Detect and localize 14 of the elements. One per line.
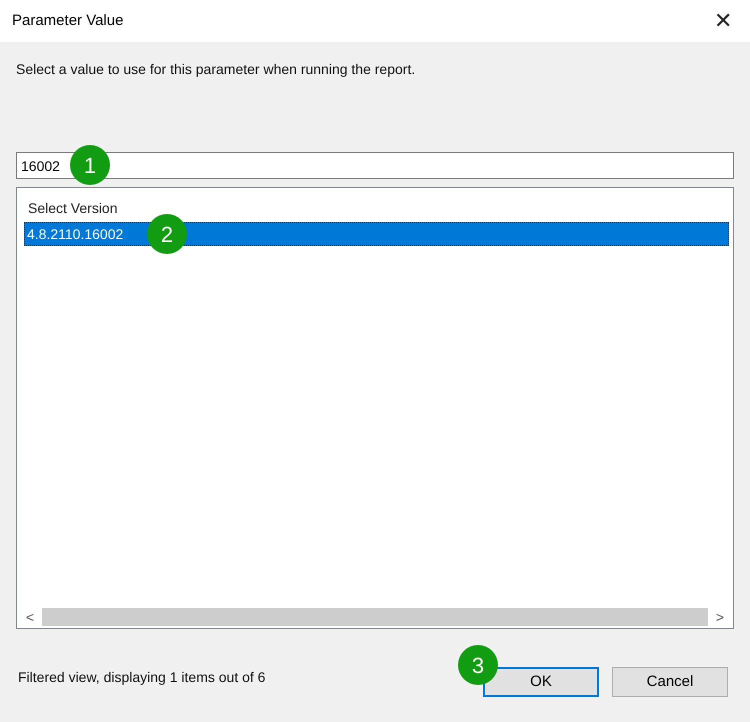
scrollbar-thumb[interactable] [42, 608, 708, 626]
window-title: Parameter Value [12, 10, 124, 31]
callout-badge: 1 [70, 145, 110, 185]
dialog-button[interactable]: Cancel [612, 667, 728, 697]
close-button[interactable]: ✕ [710, 10, 736, 32]
scroll-left-button[interactable]: < [18, 607, 42, 627]
dialog-button[interactable]: OK [483, 667, 599, 697]
status-text: Filtered view, displaying 1 items out of 6 [17, 668, 266, 687]
list-header: Select Version [28, 199, 118, 218]
instruction-text: Select a value to use for this parameter when running the report. [16, 60, 416, 79]
scroll-right-button[interactable]: > [708, 607, 732, 627]
callout-badge: 3 [458, 645, 498, 685]
callout-badge: 2 [147, 214, 187, 254]
horizontal-scrollbar[interactable]: < > [18, 607, 732, 627]
